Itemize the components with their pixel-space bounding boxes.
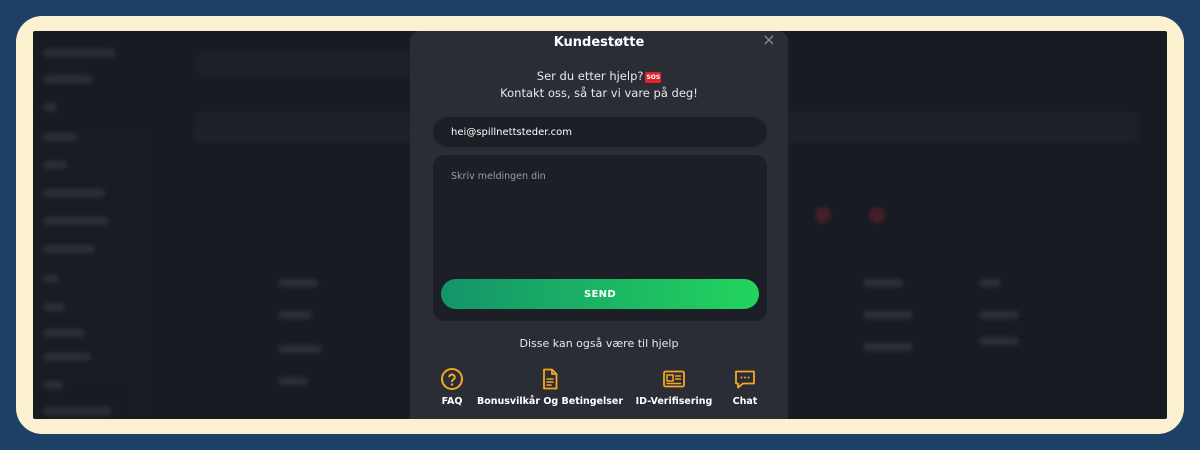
- chat-link[interactable]: Chat: [728, 367, 762, 407]
- background-line: [278, 311, 312, 319]
- question-circle-icon: [441, 368, 463, 390]
- email-field[interactable]: [433, 117, 767, 147]
- background-line: [43, 275, 59, 283]
- background-search: [193, 51, 423, 77]
- background-line: [43, 407, 111, 415]
- chat-label: Chat: [732, 396, 758, 407]
- bonus-terms-label: Bonusvilkår Og Betingelser: [476, 396, 624, 407]
- sos-icon: SOS: [645, 72, 662, 83]
- faq-label: FAQ: [441, 396, 463, 407]
- background-line: [43, 49, 115, 57]
- background-line: [43, 75, 93, 83]
- close-button[interactable]: ×: [760, 31, 778, 49]
- support-modal: Kundestøtte × Ser du etter hjelp? SOS Kon…: [410, 31, 788, 419]
- background-dot: [869, 207, 885, 223]
- background-line: [979, 311, 1019, 319]
- modal-intro: Ser du etter hjelp? SOS Kontakt oss, så t…: [410, 68, 788, 102]
- modal-title: Kundestøtte: [553, 35, 645, 50]
- background-line: [278, 345, 322, 353]
- background-line: [278, 377, 308, 385]
- bonus-terms-link[interactable]: Bonusvilkår Og Betingelser: [477, 367, 623, 407]
- id-card-icon: [663, 370, 685, 388]
- background-line: [863, 311, 913, 319]
- background-line: [43, 189, 105, 197]
- background-dot: [815, 207, 831, 223]
- document-icon: [543, 368, 558, 390]
- background-line: [43, 217, 109, 225]
- chat-bubble-icon: [735, 370, 755, 389]
- id-verification-label: ID-Verifisering: [635, 396, 713, 407]
- background-line: [43, 133, 77, 141]
- background-line: [979, 279, 1001, 287]
- intro-line-1: Ser du etter hjelp? SOS: [410, 68, 788, 85]
- intro-question: Ser du etter hjelp?: [536, 69, 644, 83]
- background-line: [43, 353, 91, 361]
- background-line: [863, 279, 903, 287]
- intro-line-2: Kontakt oss, så tar vi vare på deg!: [500, 86, 698, 100]
- faq-link[interactable]: FAQ: [430, 367, 474, 407]
- background-line: [979, 337, 1019, 345]
- background-line: [43, 329, 85, 337]
- background-line: [43, 303, 65, 311]
- background-line: [278, 279, 318, 287]
- background-line: [43, 245, 95, 253]
- background-line: [863, 343, 913, 351]
- background-line: [43, 381, 63, 389]
- help-heading: Disse kan også være til hjelp: [519, 337, 679, 350]
- background-line: [43, 103, 57, 111]
- id-verification-link[interactable]: ID-Verifisering: [634, 367, 714, 407]
- send-button[interactable]: SEND: [441, 279, 759, 309]
- message-textarea[interactable]: [433, 155, 767, 275]
- background-line: [43, 161, 67, 169]
- message-box: SEND: [433, 155, 767, 321]
